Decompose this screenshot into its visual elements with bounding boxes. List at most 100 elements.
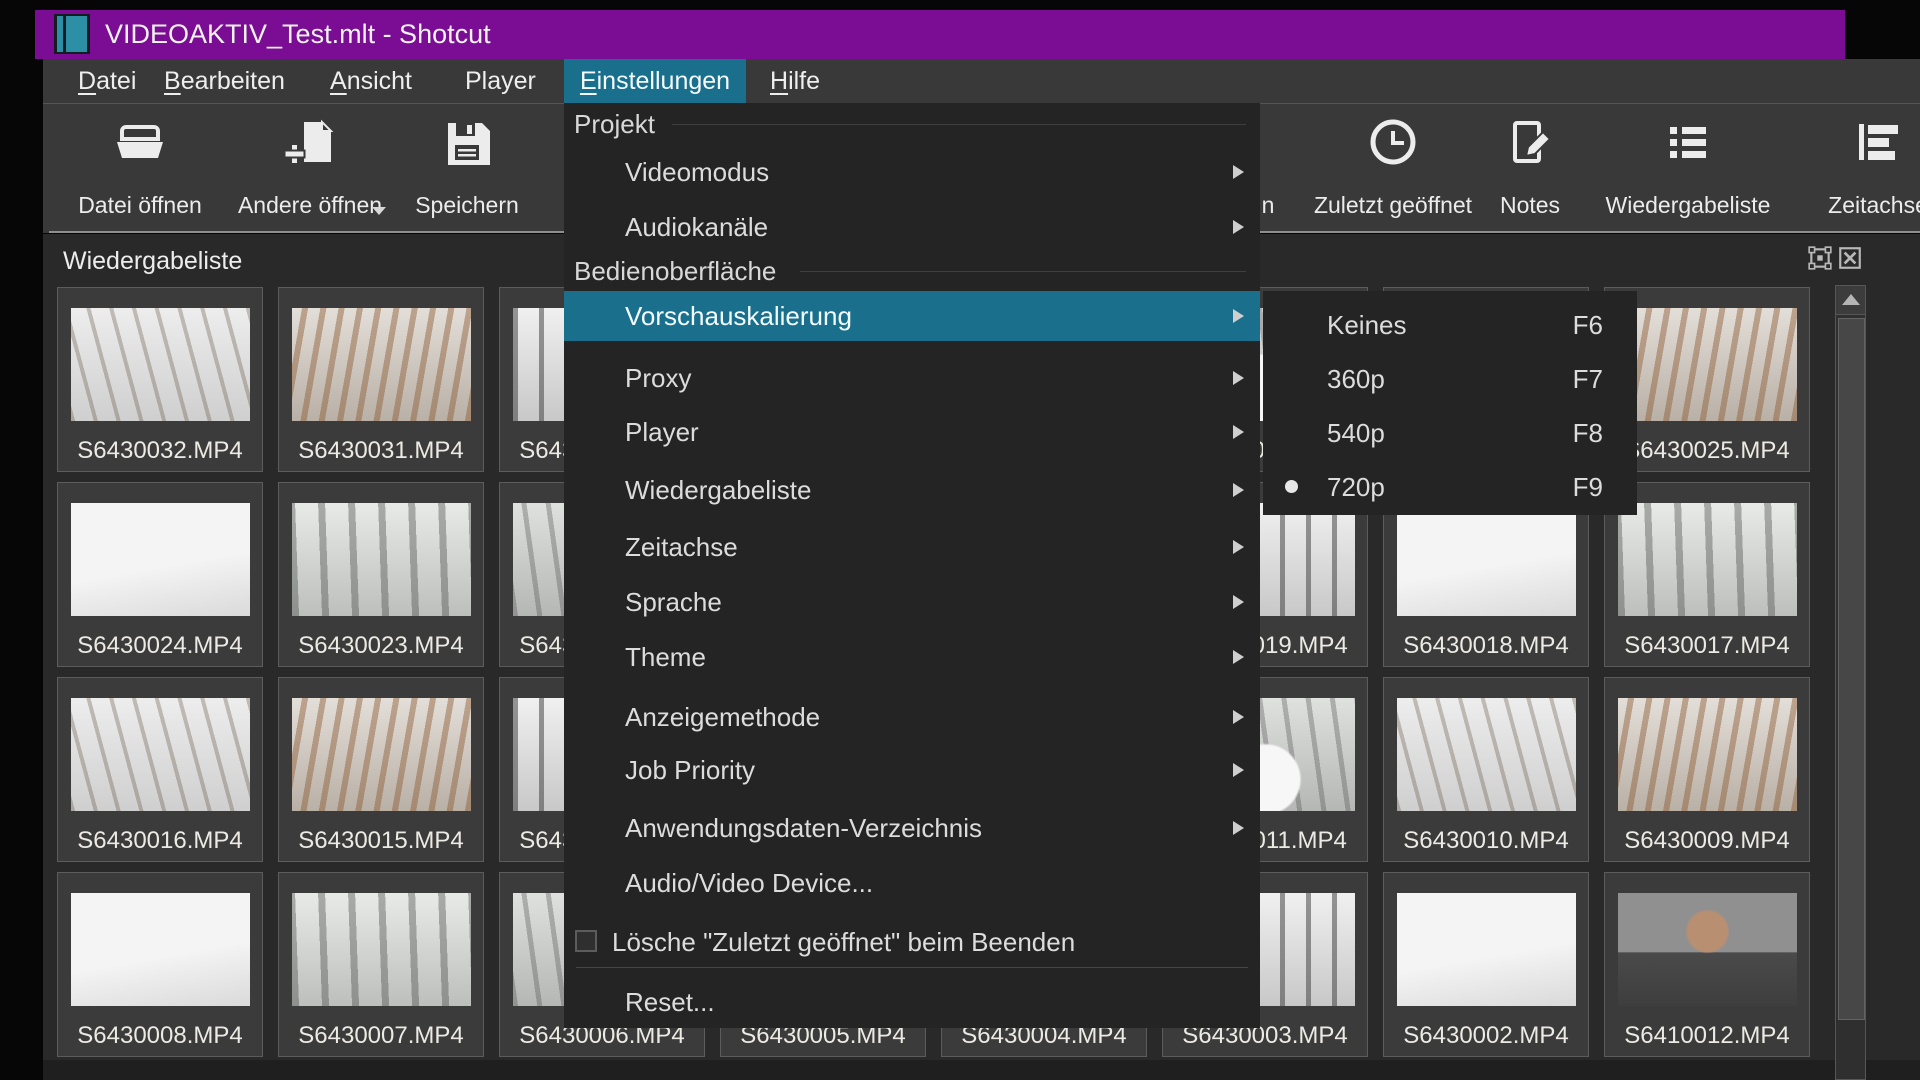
menu-item-player[interactable]: Player	[564, 408, 1260, 456]
menu-item-label: Audiokanäle	[625, 203, 768, 251]
submenu-arrow-icon	[1233, 371, 1244, 385]
submenu-item-720p[interactable]: 720p F9	[1263, 460, 1637, 514]
menu-item-label: Audio/Video Device...	[625, 859, 873, 907]
playlist-item[interactable]: S6410012.MP4	[1604, 872, 1810, 1057]
notes-icon	[1502, 112, 1558, 172]
shotcut-window: VIDEOAKTIV_Test.mlt - Shotcut Datei Bearb…	[0, 0, 1920, 1080]
window-title: VIDEOAKTIV_Test.mlt - Shotcut	[105, 10, 491, 59]
toolbar-button-wiedergabeliste[interactable]: Wiedergabeliste	[1598, 104, 1778, 231]
playlist-item[interactable]: S6430010.MP4	[1383, 677, 1589, 862]
shotcut-logo-icon	[54, 14, 90, 54]
menu-item-anzeigemethode[interactable]: Anzeigemethode	[564, 693, 1260, 741]
menu-item-audio-video-device[interactable]: Audio/Video Device...	[564, 859, 1260, 907]
submenu-item-shortcut: F9	[1573, 460, 1603, 514]
menu-item-l-sche-zuletzt-ge-ffnet-beim-beenden[interactable]: Lösche "Zuletzt geöffnet" beim Beenden	[564, 918, 1260, 966]
scrollbar-thumb[interactable]	[1838, 318, 1865, 1020]
playlist-item[interactable]: S6430024.MP4	[57, 482, 263, 667]
video-filename: S6430009.MP4	[1605, 827, 1809, 855]
vertical-scrollbar[interactable]	[1835, 285, 1866, 1080]
menubar-item-ansicht[interactable]: Ansicht	[330, 59, 412, 103]
menu-item-videomodus[interactable]: Videomodus	[564, 148, 1260, 196]
video-thumbnail	[292, 698, 471, 811]
playlist-item[interactable]: S6430002.MP4	[1383, 872, 1589, 1057]
video-filename: S6430024.MP4	[58, 632, 262, 660]
menu-item-zeitachse[interactable]: Zeitachse	[564, 523, 1260, 571]
submenu-arrow-icon	[1233, 483, 1244, 497]
video-filename: S6430002.MP4	[1384, 1022, 1588, 1050]
submenu-item-shortcut: F7	[1573, 352, 1603, 406]
menu-item-anwendungsdaten-verzeichnis[interactable]: Anwendungsdaten-Verzeichnis	[564, 804, 1260, 852]
toolbar-button-notes[interactable]: Notes	[1440, 104, 1620, 231]
playlist-item[interactable]: S6430023.MP4	[278, 482, 484, 667]
submenu-arrow-icon	[1233, 309, 1244, 323]
close-panel-icon[interactable]	[1837, 245, 1863, 271]
menu-item-label: Theme	[625, 633, 706, 681]
menu-item-label: Bedienoberfläche	[574, 247, 776, 295]
video-thumbnail	[71, 503, 250, 616]
menu-item-job-priority[interactable]: Job Priority	[564, 746, 1260, 794]
scroll-up-icon[interactable]	[1836, 286, 1865, 315]
playlist-item[interactable]: S6430032.MP4	[57, 287, 263, 472]
submenu-item-360p[interactable]: 360pF7	[1263, 352, 1637, 406]
playlist-item[interactable]: S6430009.MP4	[1604, 677, 1810, 862]
menubar-item-datei[interactable]: Datei	[78, 59, 136, 103]
video-thumbnail	[292, 308, 471, 421]
float-panel-icon[interactable]	[1807, 245, 1833, 271]
submenu-arrow-icon	[1233, 763, 1244, 777]
panel-bottom-strip	[43, 1060, 1920, 1080]
toolbar-button-speichern[interactable]: Speichern	[377, 104, 557, 231]
video-thumbnail	[1618, 503, 1797, 616]
settings-dropdown-menu: ProjektVideomodus AudiokanäleBedienoberfl…	[564, 103, 1260, 1028]
playlist-item[interactable]: S6430007.MP4	[278, 872, 484, 1057]
playlist-item[interactable]: S6430016.MP4	[57, 677, 263, 862]
menu-section-bedienoberfl-che: Bedienoberfläche	[564, 247, 1260, 295]
video-filename: S6430017.MP4	[1605, 632, 1809, 660]
panel-title: Wiedergabeliste	[63, 242, 242, 280]
submenu-item-keines[interactable]: Keines F6	[1263, 298, 1637, 352]
video-filename: S6430016.MP4	[58, 827, 262, 855]
video-thumbnail	[1397, 503, 1576, 616]
open-other-icon	[282, 112, 338, 172]
video-filename: S6430018.MP4	[1384, 632, 1588, 660]
submenu-item-540p[interactable]: 540pF8	[1263, 406, 1637, 460]
playlist-item[interactable]: S6430015.MP4	[278, 677, 484, 862]
menu-section-projekt: Projekt	[564, 100, 1260, 148]
submenu-arrow-icon	[1233, 220, 1244, 234]
submenu-arrow-icon	[1233, 165, 1244, 179]
video-thumbnail	[292, 503, 471, 616]
menu-item-theme[interactable]: Theme	[564, 633, 1260, 681]
toolbar-button-zeitachse[interactable]: Zeitachse	[1788, 104, 1920, 231]
toolbar-button-andere-ffnen[interactable]: Andere öffnen	[220, 104, 400, 231]
submenu-item-shortcut: F6	[1573, 298, 1603, 352]
submenu-item-label: 720p	[1327, 460, 1385, 514]
menu-item-label: Anwendungsdaten-Verzeichnis	[625, 804, 982, 852]
menubar-item-player[interactable]: Player	[465, 59, 536, 103]
menu-item-vorschauskalierung[interactable]: Vorschauskalierung	[564, 292, 1260, 340]
menu-item-label: Player	[625, 408, 699, 456]
video-thumbnail	[71, 698, 250, 811]
radio-selected-icon	[1285, 480, 1298, 493]
playlist-item[interactable]: S6430008.MP4	[57, 872, 263, 1057]
timeline-icon	[1850, 112, 1906, 172]
menu-separator	[576, 967, 1248, 968]
menu-item-reset[interactable]: Reset...	[564, 978, 1260, 1026]
menu-item-audiokan-le[interactable]: Audiokanäle	[564, 203, 1260, 251]
menubar-item-einstellungen[interactable]: Einstellungen	[564, 59, 746, 103]
submenu-arrow-icon	[1233, 540, 1244, 554]
menubar-item-bearbeiten[interactable]: Bearbeiten	[164, 59, 285, 103]
video-thumbnail	[71, 893, 250, 1006]
playlist-item[interactable]: S6430031.MP4	[278, 287, 484, 472]
menu-item-proxy[interactable]: Proxy	[564, 354, 1260, 402]
toolbar-button-label: Speichern	[377, 192, 557, 219]
toolbar-button-label: Notes	[1440, 192, 1620, 219]
menu-item-wiedergabeliste[interactable]: Wiedergabeliste	[564, 466, 1260, 514]
menu-item-label: Lösche "Zuletzt geöffnet" beim Beenden	[612, 918, 1075, 966]
menu-item-sprache[interactable]: Sprache	[564, 578, 1260, 626]
video-filename: S6430023.MP4	[279, 632, 483, 660]
video-filename: S6430007.MP4	[279, 1022, 483, 1050]
toolbar-button-datei-ffnen[interactable]: Datei öffnen	[50, 104, 230, 231]
menubar-item-hilfe[interactable]: Hilfe	[770, 59, 820, 103]
menu-item-label: Proxy	[625, 354, 691, 402]
checkbox-icon[interactable]	[575, 930, 597, 952]
submenu-item-label: Keines	[1327, 298, 1407, 352]
